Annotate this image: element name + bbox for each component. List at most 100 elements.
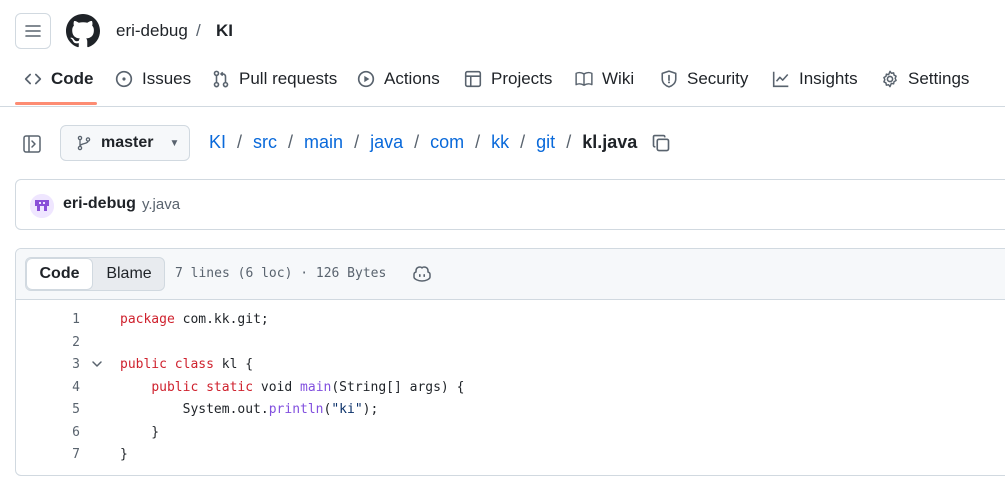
path-separator: / bbox=[566, 132, 572, 152]
code-line[interactable]: 1 package com.kk.git; bbox=[16, 309, 1005, 331]
path-segment[interactable]: git bbox=[536, 132, 555, 153]
sidebar-expand-icon[interactable] bbox=[22, 134, 44, 154]
graph-icon bbox=[772, 70, 790, 88]
code-token: static bbox=[206, 379, 254, 395]
line-source: } bbox=[120, 447, 128, 462]
line-number[interactable]: 3 bbox=[16, 357, 80, 372]
path-separator: / bbox=[288, 132, 294, 152]
code-token: class bbox=[174, 357, 214, 372]
chevron-down-icon[interactable] bbox=[90, 357, 104, 371]
code-token: com.kk.git; bbox=[174, 312, 269, 327]
code-line[interactable]: 6 } bbox=[16, 422, 1005, 444]
branch-selector-button[interactable]: master ▼ bbox=[60, 125, 190, 161]
line-number[interactable]: 1 bbox=[16, 312, 80, 327]
view-mode-toggle: Code Blame bbox=[25, 257, 165, 291]
path-segment[interactable]: KI bbox=[209, 132, 226, 153]
code-token: (String[] args) { bbox=[331, 379, 465, 395]
tab-wiki-label: Wiki bbox=[602, 69, 635, 88]
tab-wiki[interactable]: Wiki bbox=[575, 62, 634, 107]
code-line[interactable]: 3 public class kl { bbox=[16, 354, 1005, 376]
code-line[interactable]: 4 public static void main(String[] args)… bbox=[16, 377, 1005, 399]
tab-issues-label: Issues bbox=[142, 69, 192, 88]
repo-nav: Code Issues Pull requests Actions Projec… bbox=[0, 62, 1005, 107]
tab-insights-label: Insights bbox=[799, 69, 858, 88]
tab-pull-requests-label: Pull requests bbox=[239, 69, 338, 88]
branch-name: master bbox=[101, 134, 154, 151]
path-separator: / bbox=[520, 132, 526, 152]
code-token: main bbox=[300, 379, 332, 395]
code-token: System.out. bbox=[120, 402, 269, 417]
breadcrumb-repo[interactable]: KI bbox=[216, 21, 233, 41]
file-viewer: Code Blame 7 lines (6 loc) · 126 Bytes 1… bbox=[15, 248, 1005, 476]
code-token: kl { bbox=[213, 357, 254, 372]
line-number[interactable]: 2 bbox=[16, 335, 80, 350]
issue-opened-icon bbox=[115, 70, 133, 88]
hamburger-icon bbox=[25, 25, 41, 37]
tab-settings[interactable]: Settings bbox=[881, 62, 969, 107]
file-path-breadcrumb: KI / src / main / java / com / kk / git … bbox=[209, 132, 671, 153]
tab-code[interactable]: Code bbox=[24, 62, 94, 107]
breadcrumb-separator: / bbox=[196, 21, 201, 40]
line-number[interactable]: 7 bbox=[16, 447, 80, 462]
play-icon bbox=[357, 70, 375, 88]
path-segment[interactable]: com bbox=[430, 132, 464, 153]
code-icon bbox=[24, 70, 42, 88]
commit-message[interactable]: y.java bbox=[142, 196, 180, 213]
path-separator: / bbox=[354, 132, 360, 152]
line-source: } bbox=[120, 425, 159, 440]
breadcrumb-owner[interactable]: eri-debug bbox=[116, 21, 188, 41]
latest-commit-box: eri-debug y.java bbox=[15, 179, 1005, 230]
github-logo-icon[interactable] bbox=[66, 14, 100, 48]
gear-icon bbox=[881, 70, 899, 88]
copilot-icon[interactable] bbox=[412, 265, 432, 283]
tab-security-label: Security bbox=[687, 69, 749, 88]
line-source: package com.kk.git; bbox=[120, 312, 269, 327]
code-token: package bbox=[120, 312, 175, 327]
path-separator: / bbox=[237, 132, 243, 152]
code-line[interactable]: 7} bbox=[16, 444, 1005, 466]
git-branch-icon bbox=[76, 135, 92, 151]
tab-pull-requests[interactable]: Pull requests bbox=[212, 62, 337, 107]
tab-projects-label: Projects bbox=[491, 69, 553, 88]
code-token: } bbox=[120, 424, 160, 440]
tab-issues[interactable]: Issues bbox=[115, 62, 191, 107]
blame-view-button[interactable]: Blame bbox=[93, 258, 165, 290]
table-icon bbox=[464, 70, 482, 88]
tab-actions-label: Actions bbox=[384, 69, 440, 88]
code-view-button[interactable]: Code bbox=[26, 258, 93, 290]
book-icon bbox=[575, 70, 593, 88]
tab-code-label: Code bbox=[51, 69, 94, 88]
commit-author[interactable]: eri-debug bbox=[63, 195, 136, 213]
menu-button[interactable] bbox=[15, 13, 51, 49]
path-segment[interactable]: src bbox=[253, 132, 277, 153]
code-line[interactable]: 5 System.out.println("ki"); bbox=[16, 399, 1005, 421]
triangle-down-icon: ▼ bbox=[169, 137, 180, 149]
avatar[interactable] bbox=[30, 194, 54, 218]
path-segment[interactable]: java bbox=[370, 132, 403, 153]
code-token: println bbox=[268, 402, 324, 417]
code-token: void bbox=[253, 379, 301, 395]
copy-icon[interactable] bbox=[651, 133, 671, 153]
line-number[interactable]: 5 bbox=[16, 402, 80, 417]
code-token: public bbox=[120, 357, 167, 372]
code-token: } bbox=[120, 447, 128, 462]
path-segment[interactable]: main bbox=[304, 132, 343, 153]
line-source: public class kl { bbox=[120, 357, 253, 372]
code-line[interactable]: 2 bbox=[16, 332, 1005, 354]
line-number[interactable]: 4 bbox=[16, 380, 80, 395]
repo-header: eri-debug / KI Code Issues Pull requests… bbox=[0, 0, 1005, 107]
tab-projects[interactable]: Projects bbox=[464, 62, 552, 107]
code-token: public bbox=[151, 379, 199, 395]
tab-insights[interactable]: Insights bbox=[772, 62, 858, 107]
path-separator: / bbox=[475, 132, 481, 152]
tab-security[interactable]: Security bbox=[660, 62, 748, 107]
line-number[interactable]: 6 bbox=[16, 425, 80, 440]
code-token: ); bbox=[362, 402, 379, 417]
active-tab-underline bbox=[15, 102, 97, 105]
file-name: kl.java bbox=[582, 132, 638, 152]
shield-icon bbox=[660, 70, 678, 88]
tab-actions[interactable]: Actions bbox=[357, 62, 440, 107]
path-segment[interactable]: kk bbox=[491, 132, 509, 153]
